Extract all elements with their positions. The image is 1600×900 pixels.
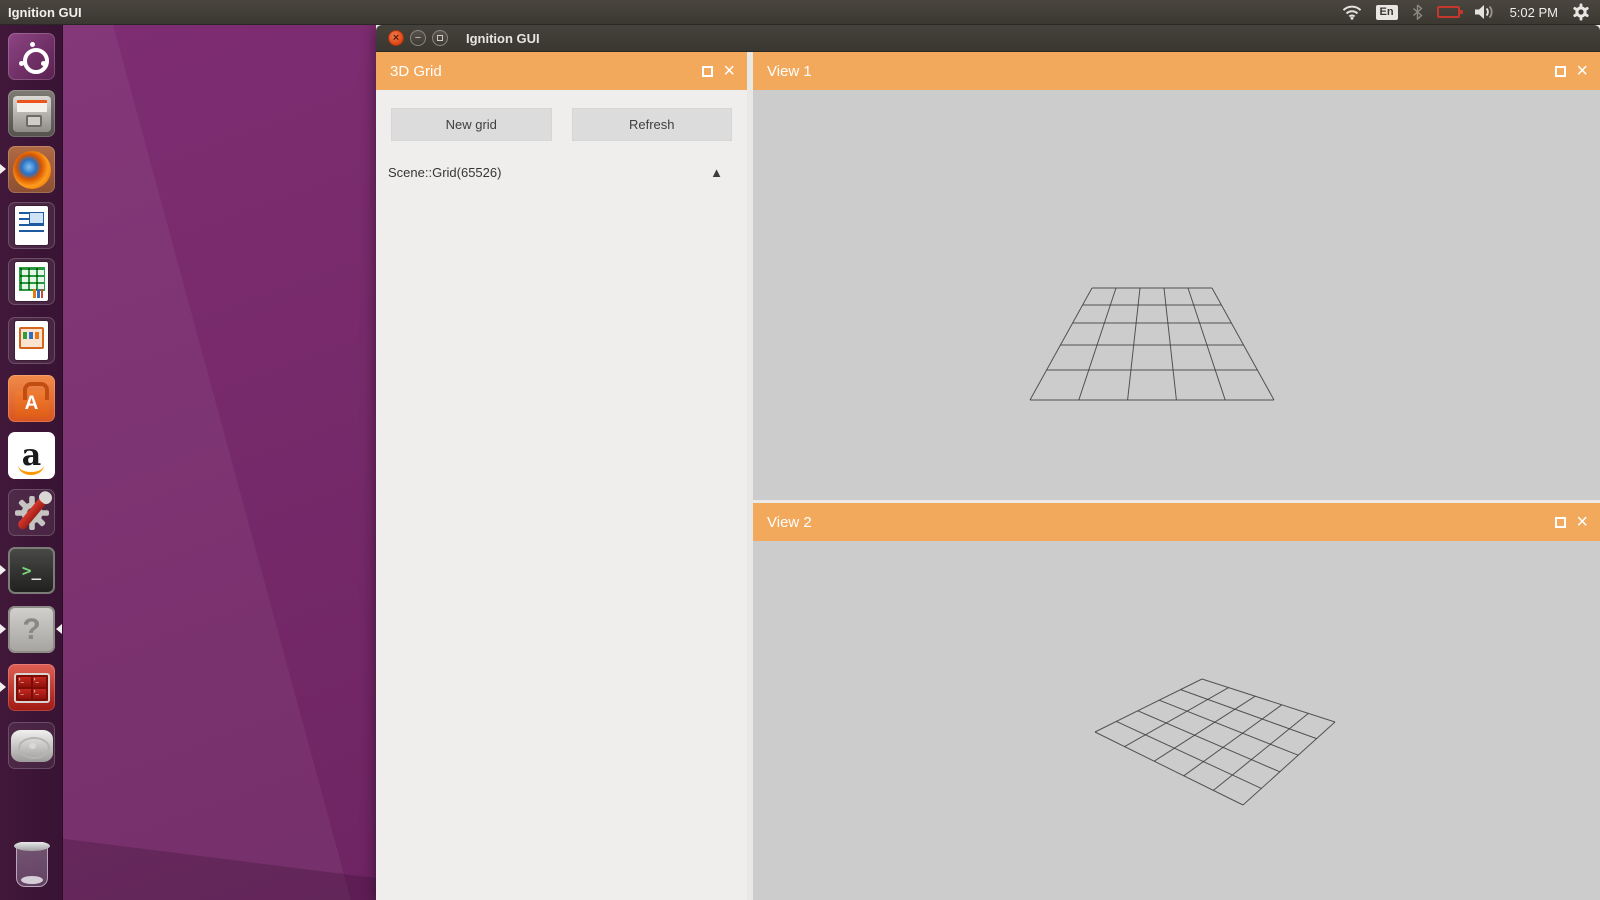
launcher-item-libreoffice-calc[interactable] bbox=[8, 258, 55, 305]
views-column: View 1 × View 2 × bbox=[753, 52, 1600, 900]
view1-panel: View 1 × bbox=[753, 52, 1600, 500]
trash-icon bbox=[13, 842, 50, 887]
window-maximize-button[interactable] bbox=[432, 30, 448, 46]
view2-panel: View 2 × bbox=[753, 503, 1600, 900]
top-panel: Ignition GUI En 5:02 PM bbox=[0, 0, 1600, 25]
collapse-triangle-icon[interactable]: ▲ bbox=[710, 165, 723, 180]
launcher-item-ignition-gui[interactable]: ? bbox=[8, 606, 55, 653]
amazon-icon: a bbox=[17, 437, 45, 475]
launcher-item-system-settings[interactable] bbox=[8, 489, 55, 536]
calc-spreadsheet-icon bbox=[15, 262, 48, 301]
firefox-icon bbox=[12, 150, 51, 189]
launcher-item-libreoffice-impress[interactable] bbox=[8, 317, 55, 364]
window-minimize-button[interactable]: − bbox=[410, 30, 426, 46]
new-grid-button[interactable]: New grid bbox=[391, 108, 552, 141]
system-tray: En 5:02 PM bbox=[1342, 3, 1590, 21]
settings-gear-wrench-icon bbox=[12, 492, 52, 533]
maximize-square-icon bbox=[437, 35, 443, 41]
panel-close-icon[interactable]: × bbox=[723, 61, 735, 81]
unknown-app-icon: ? bbox=[22, 612, 41, 646]
view1-header[interactable]: View 1 × bbox=[753, 52, 1600, 90]
launcher-item-libreoffice-writer[interactable] bbox=[8, 202, 55, 249]
ignition-gui-window: × − Ignition GUI 3D Grid × New grid Refr… bbox=[376, 25, 1600, 900]
panel-float-icon[interactable] bbox=[1555, 65, 1567, 77]
keyboard-layout-indicator[interactable]: En bbox=[1375, 4, 1398, 20]
clock[interactable]: 5:02 PM bbox=[1510, 5, 1558, 20]
software-bag-icon: A bbox=[14, 381, 49, 417]
running-indicator-terminator bbox=[0, 682, 6, 692]
scene-grid-label: Scene::Grid(65526) bbox=[388, 164, 502, 180]
panel-close-icon[interactable]: × bbox=[1576, 61, 1588, 81]
launcher-item-terminator[interactable]: ›_ ›_ ›_ ›_ bbox=[8, 664, 55, 711]
focused-indicator-ignition-gui bbox=[56, 624, 62, 634]
wifi-icon[interactable] bbox=[1342, 4, 1362, 20]
panel-float-icon[interactable] bbox=[1555, 516, 1567, 528]
hard-disk-icon bbox=[10, 729, 53, 762]
window-close-button[interactable]: × bbox=[388, 30, 404, 46]
view1-title: View 1 bbox=[767, 62, 812, 80]
running-indicator-ignition-gui bbox=[0, 624, 6, 634]
grid-panel-header[interactable]: 3D Grid × bbox=[376, 52, 747, 90]
panel-close-icon[interactable]: × bbox=[1576, 512, 1588, 532]
launcher-item-files[interactable] bbox=[8, 90, 55, 137]
desktop-wallpaper bbox=[63, 25, 376, 900]
launcher-item-ubuntu-software[interactable]: A bbox=[8, 375, 55, 422]
window-title-bar[interactable]: × − Ignition GUI bbox=[376, 25, 1600, 52]
terminal-prompt-icon: >_ bbox=[21, 561, 42, 580]
grid-plugin-panel: 3D Grid × New grid Refresh Scene::Grid(6… bbox=[376, 52, 747, 900]
launcher-item-firefox[interactable] bbox=[8, 146, 55, 193]
scene-grid-item[interactable]: Scene::Grid(65526) ▲ bbox=[376, 157, 747, 187]
bluetooth-icon[interactable] bbox=[1412, 4, 1423, 20]
view2-header[interactable]: View 2 × bbox=[753, 503, 1600, 541]
refresh-button[interactable]: Refresh bbox=[571, 108, 732, 141]
grid-panel-body: New grid Refresh Scene::Grid(65526) ▲ bbox=[376, 90, 747, 900]
running-indicator-terminal bbox=[0, 565, 6, 575]
volume-icon[interactable] bbox=[1474, 4, 1496, 20]
file-cabinet-icon bbox=[12, 95, 51, 132]
launcher-item-amazon[interactable]: a bbox=[8, 432, 55, 479]
panel-float-icon[interactable] bbox=[702, 65, 714, 77]
impress-presentation-icon bbox=[15, 321, 48, 360]
session-gear-icon[interactable] bbox=[1572, 3, 1590, 21]
launcher-item-disks[interactable] bbox=[8, 722, 55, 769]
battery-icon[interactable] bbox=[1436, 6, 1463, 18]
terminator-quad-icon: ›_ ›_ ›_ ›_ bbox=[13, 672, 50, 703]
running-indicator-firefox bbox=[0, 164, 6, 174]
view2-title: View 2 bbox=[767, 513, 812, 531]
launcher-item-terminal[interactable]: >_ bbox=[8, 547, 55, 594]
launcher-item-trash[interactable] bbox=[8, 842, 55, 889]
unity-launcher: A a >_ ? ›_ ›_ ›_ ›_ bbox=[0, 25, 63, 900]
screen: Ignition GUI En 5:02 PM A a >_ ? ›_ ›_ ›… bbox=[0, 0, 1600, 900]
grid-panel-title: 3D Grid bbox=[390, 62, 442, 80]
view1-scene[interactable] bbox=[753, 90, 1600, 500]
view2-scene[interactable] bbox=[753, 541, 1600, 900]
active-app-title: Ignition GUI bbox=[8, 4, 82, 20]
window-title: Ignition GUI bbox=[466, 30, 540, 46]
ubuntu-logo-icon bbox=[19, 41, 49, 74]
launcher-item-ubuntu-dash[interactable] bbox=[8, 33, 55, 80]
wallpaper-facet bbox=[63, 25, 351, 900]
writer-document-icon bbox=[15, 206, 48, 245]
